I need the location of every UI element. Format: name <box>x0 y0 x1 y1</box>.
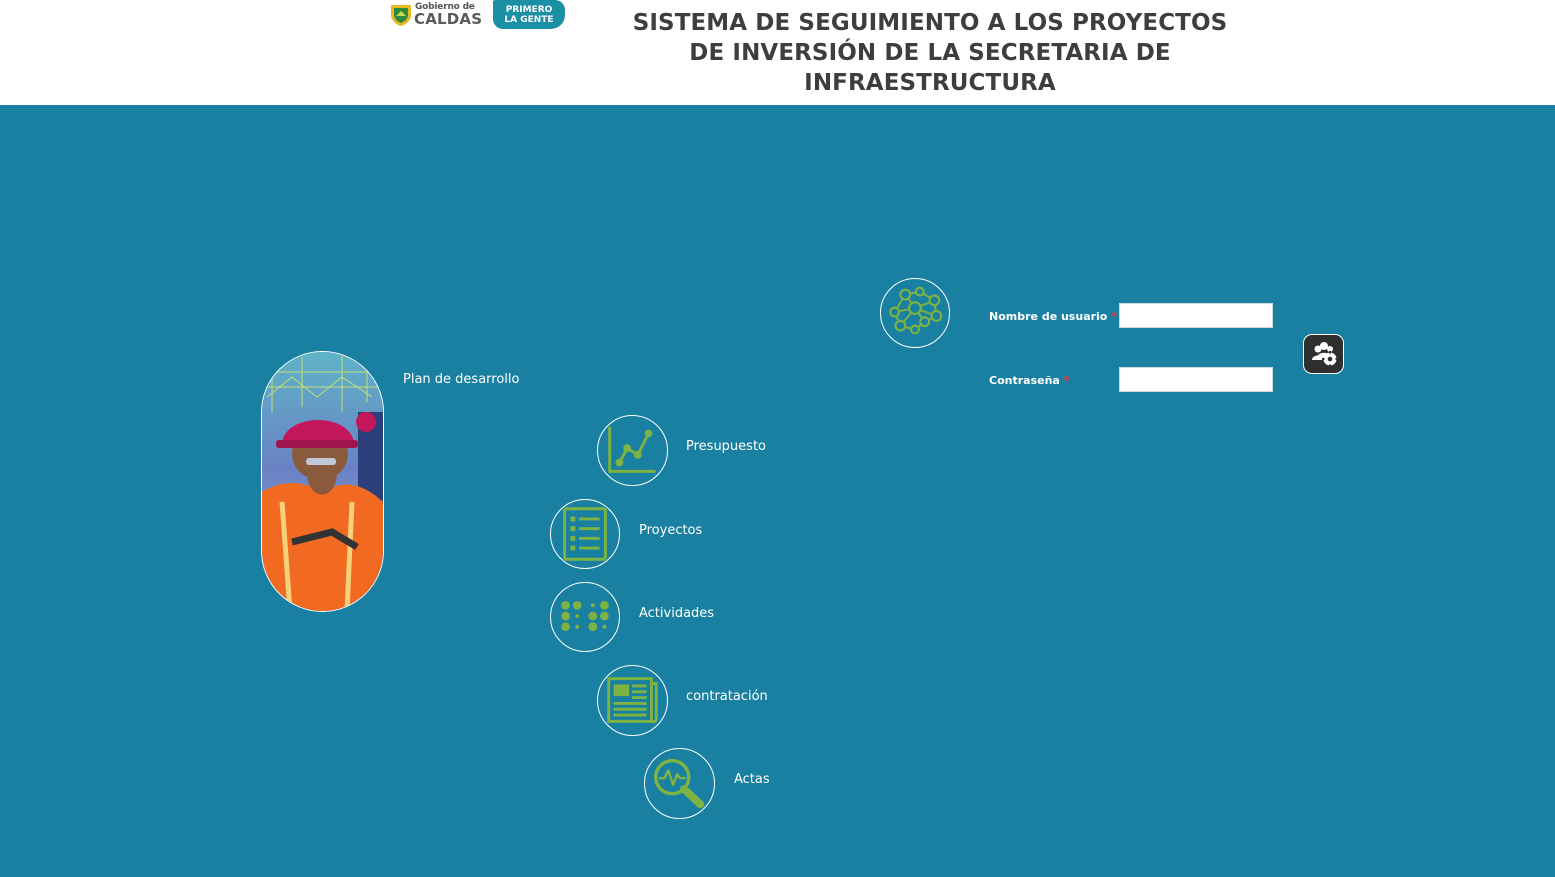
users-gear-icon <box>1312 342 1338 367</box>
actas-label[interactable]: Actas <box>734 772 770 787</box>
gobierno-caldas-logo: Gobierno de CALDAS PRIMERO LA GENTE <box>390 0 566 32</box>
engineer-photo-illustration <box>262 352 383 611</box>
shield-icon <box>391 5 411 26</box>
actas-button[interactable] <box>644 748 715 819</box>
password-input[interactable] <box>1119 367 1273 392</box>
login-button[interactable] <box>1303 334 1344 374</box>
username-label: Nombre de usuario * <box>989 310 1117 323</box>
proyectos-button[interactable] <box>550 499 620 569</box>
magnifier-pulse-icon <box>653 758 705 809</box>
actividades-label[interactable]: Actividades <box>639 606 714 621</box>
username-input[interactable] <box>1119 303 1273 328</box>
checklist-icon <box>563 507 607 561</box>
primero-la-gente-badge: PRIMERO LA GENTE <box>493 0 565 29</box>
badge-line-2: LA GENTE <box>504 15 554 25</box>
header: Gobierno de CALDAS PRIMERO LA GENTE SIST… <box>0 0 1555 105</box>
proyectos-label[interactable]: Proyectos <box>639 523 702 538</box>
presupuesto-button[interactable] <box>597 415 668 486</box>
plan-desarrollo-image[interactable] <box>261 351 384 612</box>
username-label-text: Nombre de usuario <box>989 310 1108 323</box>
actividades-button[interactable] <box>550 582 620 652</box>
newspaper-icon <box>607 677 658 724</box>
logo-text-big: CALDAS <box>414 10 483 28</box>
plan-desarrollo-label[interactable]: Plan de desarrollo <box>403 372 519 387</box>
password-label: Contraseña * <box>989 374 1069 387</box>
line-chart-icon <box>608 426 656 473</box>
presupuesto-label[interactable]: Presupuesto <box>686 439 766 454</box>
contratacion-label[interactable]: contratación <box>686 689 768 704</box>
page-title: SISTEMA DE SEGUIMIENTO A LOS PROYECTOS D… <box>632 10 1228 96</box>
required-mark: * <box>1063 374 1070 387</box>
badge-line-1: PRIMERO <box>505 5 553 15</box>
contratacion-button[interactable] <box>597 665 668 736</box>
required-mark: * <box>1111 310 1117 323</box>
network-circle <box>880 278 950 348</box>
password-label-text: Contraseña <box>989 374 1060 387</box>
dots-grid-icon <box>561 600 609 632</box>
network-icon <box>889 286 943 335</box>
